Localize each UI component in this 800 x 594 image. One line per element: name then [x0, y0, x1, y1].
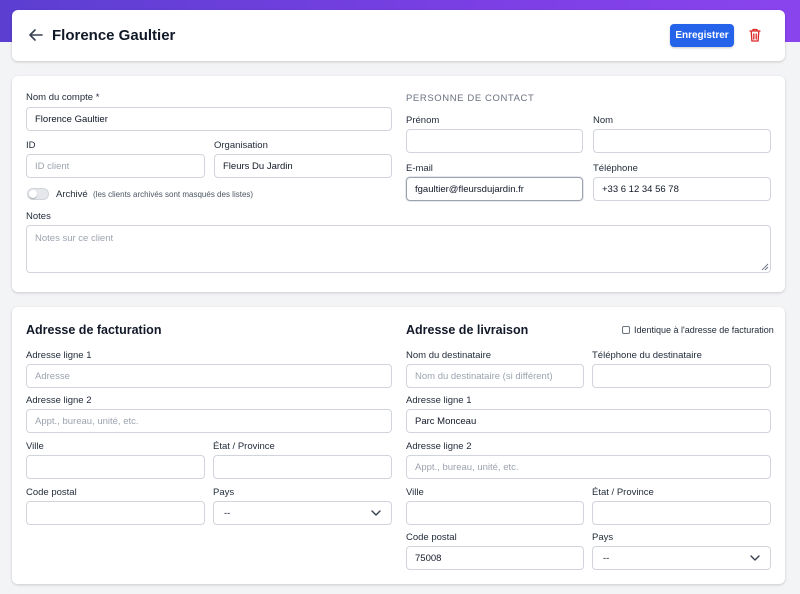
billing-postal-label: Code postal: [26, 487, 77, 498]
billing-title: Adresse de facturation: [26, 323, 162, 337]
billing-postal-input[interactable]: [26, 501, 205, 525]
trash-icon[interactable]: [748, 27, 762, 43]
same-as-billing-checkbox[interactable]: [622, 326, 630, 334]
shipping-line1-input[interactable]: [406, 409, 771, 433]
account-name-input[interactable]: [26, 107, 392, 131]
recipient-phone-input[interactable]: [592, 364, 771, 388]
firstname-input[interactable]: [406, 129, 583, 153]
billing-state-label: État / Province: [213, 441, 275, 452]
archived-label: Archivé: [56, 189, 88, 200]
shipping-state-label: État / Province: [592, 487, 654, 498]
page-title: Florence Gaultier: [52, 27, 176, 44]
id-label: ID: [26, 140, 36, 151]
account-name-label: Nom du compte *: [26, 92, 100, 103]
email-input[interactable]: [406, 177, 583, 201]
archived-hint: (les clients archivés sont masqués des l…: [93, 190, 254, 199]
firstname-label: Prénom: [406, 115, 440, 126]
contact-section-label: Personne de contact: [406, 93, 535, 104]
shipping-line2-input[interactable]: [406, 455, 771, 479]
chevron-down-icon: [750, 555, 760, 561]
billing-line2-label: Adresse ligne 2: [26, 395, 92, 406]
billing-city-label: Ville: [26, 441, 44, 452]
notes-label: Notes: [26, 211, 51, 222]
chevron-down-icon: [371, 510, 381, 516]
billing-country-select[interactable]: --: [213, 501, 392, 525]
organisation-label: Organisation: [214, 140, 268, 151]
billing-state-input[interactable]: [213, 455, 392, 479]
billing-line1-label: Adresse ligne 1: [26, 350, 92, 361]
email-label: E-mail: [406, 163, 433, 174]
lastname-label: Nom: [593, 115, 614, 126]
save-button[interactable]: Enregistrer: [670, 24, 734, 47]
notes-textarea[interactable]: [26, 225, 771, 273]
billing-city-input[interactable]: [26, 455, 205, 479]
shipping-line1-label: Adresse ligne 1: [406, 395, 472, 406]
shipping-country-value: --: [603, 552, 610, 564]
header-bar: Florence Gaultier Enregistrer: [12, 10, 785, 61]
billing-line1-input[interactable]: [26, 364, 392, 388]
shipping-country-label: Pays: [592, 532, 614, 543]
organisation-input[interactable]: [214, 154, 392, 178]
archived-toggle[interactable]: [27, 188, 49, 200]
shipping-state-input[interactable]: [592, 501, 771, 525]
client-id-input[interactable]: [26, 154, 205, 178]
arrow-left-icon[interactable]: [26, 25, 46, 45]
recipient-input[interactable]: [406, 364, 584, 388]
shipping-city-label: Ville: [406, 487, 424, 498]
shipping-postal-input[interactable]: [406, 546, 584, 570]
toggle-knob: [29, 190, 37, 198]
same-as-billing-label: Identique à l'adresse de facturation: [634, 325, 774, 335]
phone-label: Téléphone: [593, 163, 638, 174]
shipping-city-input[interactable]: [406, 501, 584, 525]
billing-country-label: Pays: [213, 487, 235, 498]
shipping-title: Adresse de livraison: [406, 323, 529, 337]
shipping-line2-label: Adresse ligne 2: [406, 441, 472, 452]
billing-country-value: --: [224, 507, 231, 519]
billing-line2-input[interactable]: [26, 409, 392, 433]
recipient-phone-label: Téléphone du destinataire: [592, 350, 702, 361]
recipient-label: Nom du destinataire: [406, 350, 492, 361]
resize-grip-icon[interactable]: [761, 263, 769, 271]
shipping-postal-label: Code postal: [406, 532, 457, 543]
address-card: Adresse de facturation Adresse ligne 1 A…: [12, 307, 785, 584]
phone-input[interactable]: [593, 177, 771, 201]
shipping-country-select[interactable]: --: [592, 546, 771, 570]
lastname-input[interactable]: [593, 129, 771, 153]
client-details-card: Nom du compte * ID Organisation Archivé …: [12, 76, 785, 292]
